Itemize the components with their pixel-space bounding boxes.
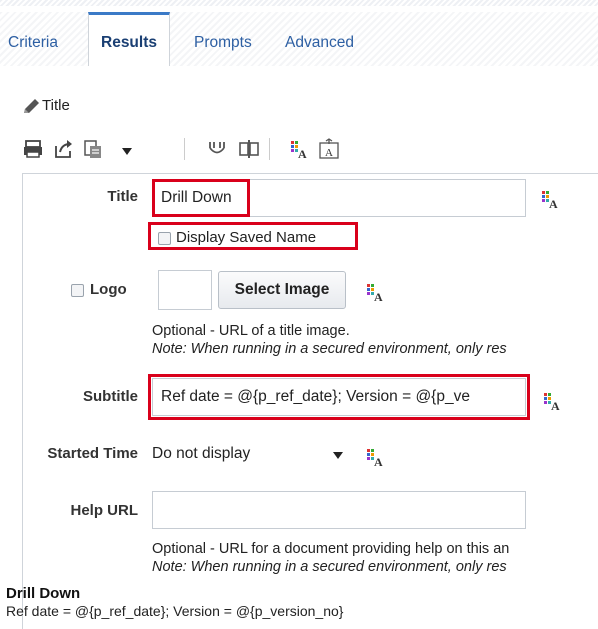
format-title-icon[interactable]: A — [318, 138, 340, 160]
help-url-help-text: Optional - URL for a document providing … — [152, 541, 510, 557]
help-url-note-text: Note: When running in a secured environm… — [152, 559, 507, 575]
view-icon[interactable] — [206, 138, 228, 160]
svg-text:A: A — [325, 147, 333, 159]
help-url-label: Help URL — [70, 502, 139, 519]
started-time-select[interactable]: Do not display — [152, 445, 250, 463]
section-title: Title — [42, 97, 70, 114]
toolbar-separator — [184, 138, 185, 160]
format-text-icon[interactable]: A — [288, 138, 310, 160]
svg-text:A: A — [549, 197, 558, 210]
logo-label: Logo — [90, 281, 127, 298]
format-text-icon[interactable]: A — [539, 188, 561, 210]
toolbar-separator — [269, 138, 270, 160]
select-image-button[interactable]: Select Image — [218, 271, 346, 309]
format-text-icon[interactable]: A — [364, 281, 386, 303]
tab-criteria[interactable]: Criteria — [8, 12, 58, 66]
help-url-input[interactable] — [152, 491, 526, 529]
display-saved-name-label: Display Saved Name — [176, 229, 317, 246]
preview-subtitle: Ref date = @{p_ref_date}; Version = @{p_… — [6, 603, 344, 619]
logo-note-text: Note: When running in a secured environm… — [152, 341, 507, 357]
svg-text:A: A — [374, 290, 383, 303]
chevron-down-icon[interactable] — [333, 452, 343, 459]
title-label: Title — [107, 188, 138, 205]
pencil-icon — [24, 99, 39, 113]
display-saved-name-checkbox[interactable] — [158, 232, 171, 245]
logo-checkbox[interactable] — [71, 284, 84, 297]
tab-advanced[interactable]: Advanced — [285, 12, 354, 66]
subtitle-input[interactable]: Ref date = @{p_ref_date}; Version = @{p_… — [152, 378, 526, 416]
logo-image-box — [158, 270, 212, 310]
svg-text:A: A — [551, 399, 560, 412]
logo-help-text: Optional - URL of a title image. — [152, 323, 350, 339]
format-text-icon[interactable]: A — [541, 390, 563, 412]
top-strip — [0, 0, 598, 6]
started-time-label: Started Time — [47, 445, 138, 462]
subtitle-label: Subtitle — [83, 388, 138, 405]
split-icon[interactable] — [238, 138, 260, 160]
svg-text:A: A — [374, 455, 383, 468]
tab-bar: Criteria Results Prompts Advanced — [0, 12, 598, 67]
tab-prompts[interactable]: Prompts — [194, 12, 252, 66]
export-icon[interactable] — [53, 138, 75, 160]
preview-title: Drill Down — [6, 585, 81, 602]
title-input[interactable]: Drill Down — [152, 179, 526, 217]
dropdown-arrow-icon[interactable] — [122, 148, 132, 155]
paste-icon[interactable] — [82, 138, 104, 160]
format-text-icon[interactable]: A — [364, 446, 386, 468]
print-icon[interactable] — [22, 138, 44, 160]
tab-results[interactable]: Results — [88, 12, 170, 67]
svg-text:A: A — [298, 147, 307, 160]
